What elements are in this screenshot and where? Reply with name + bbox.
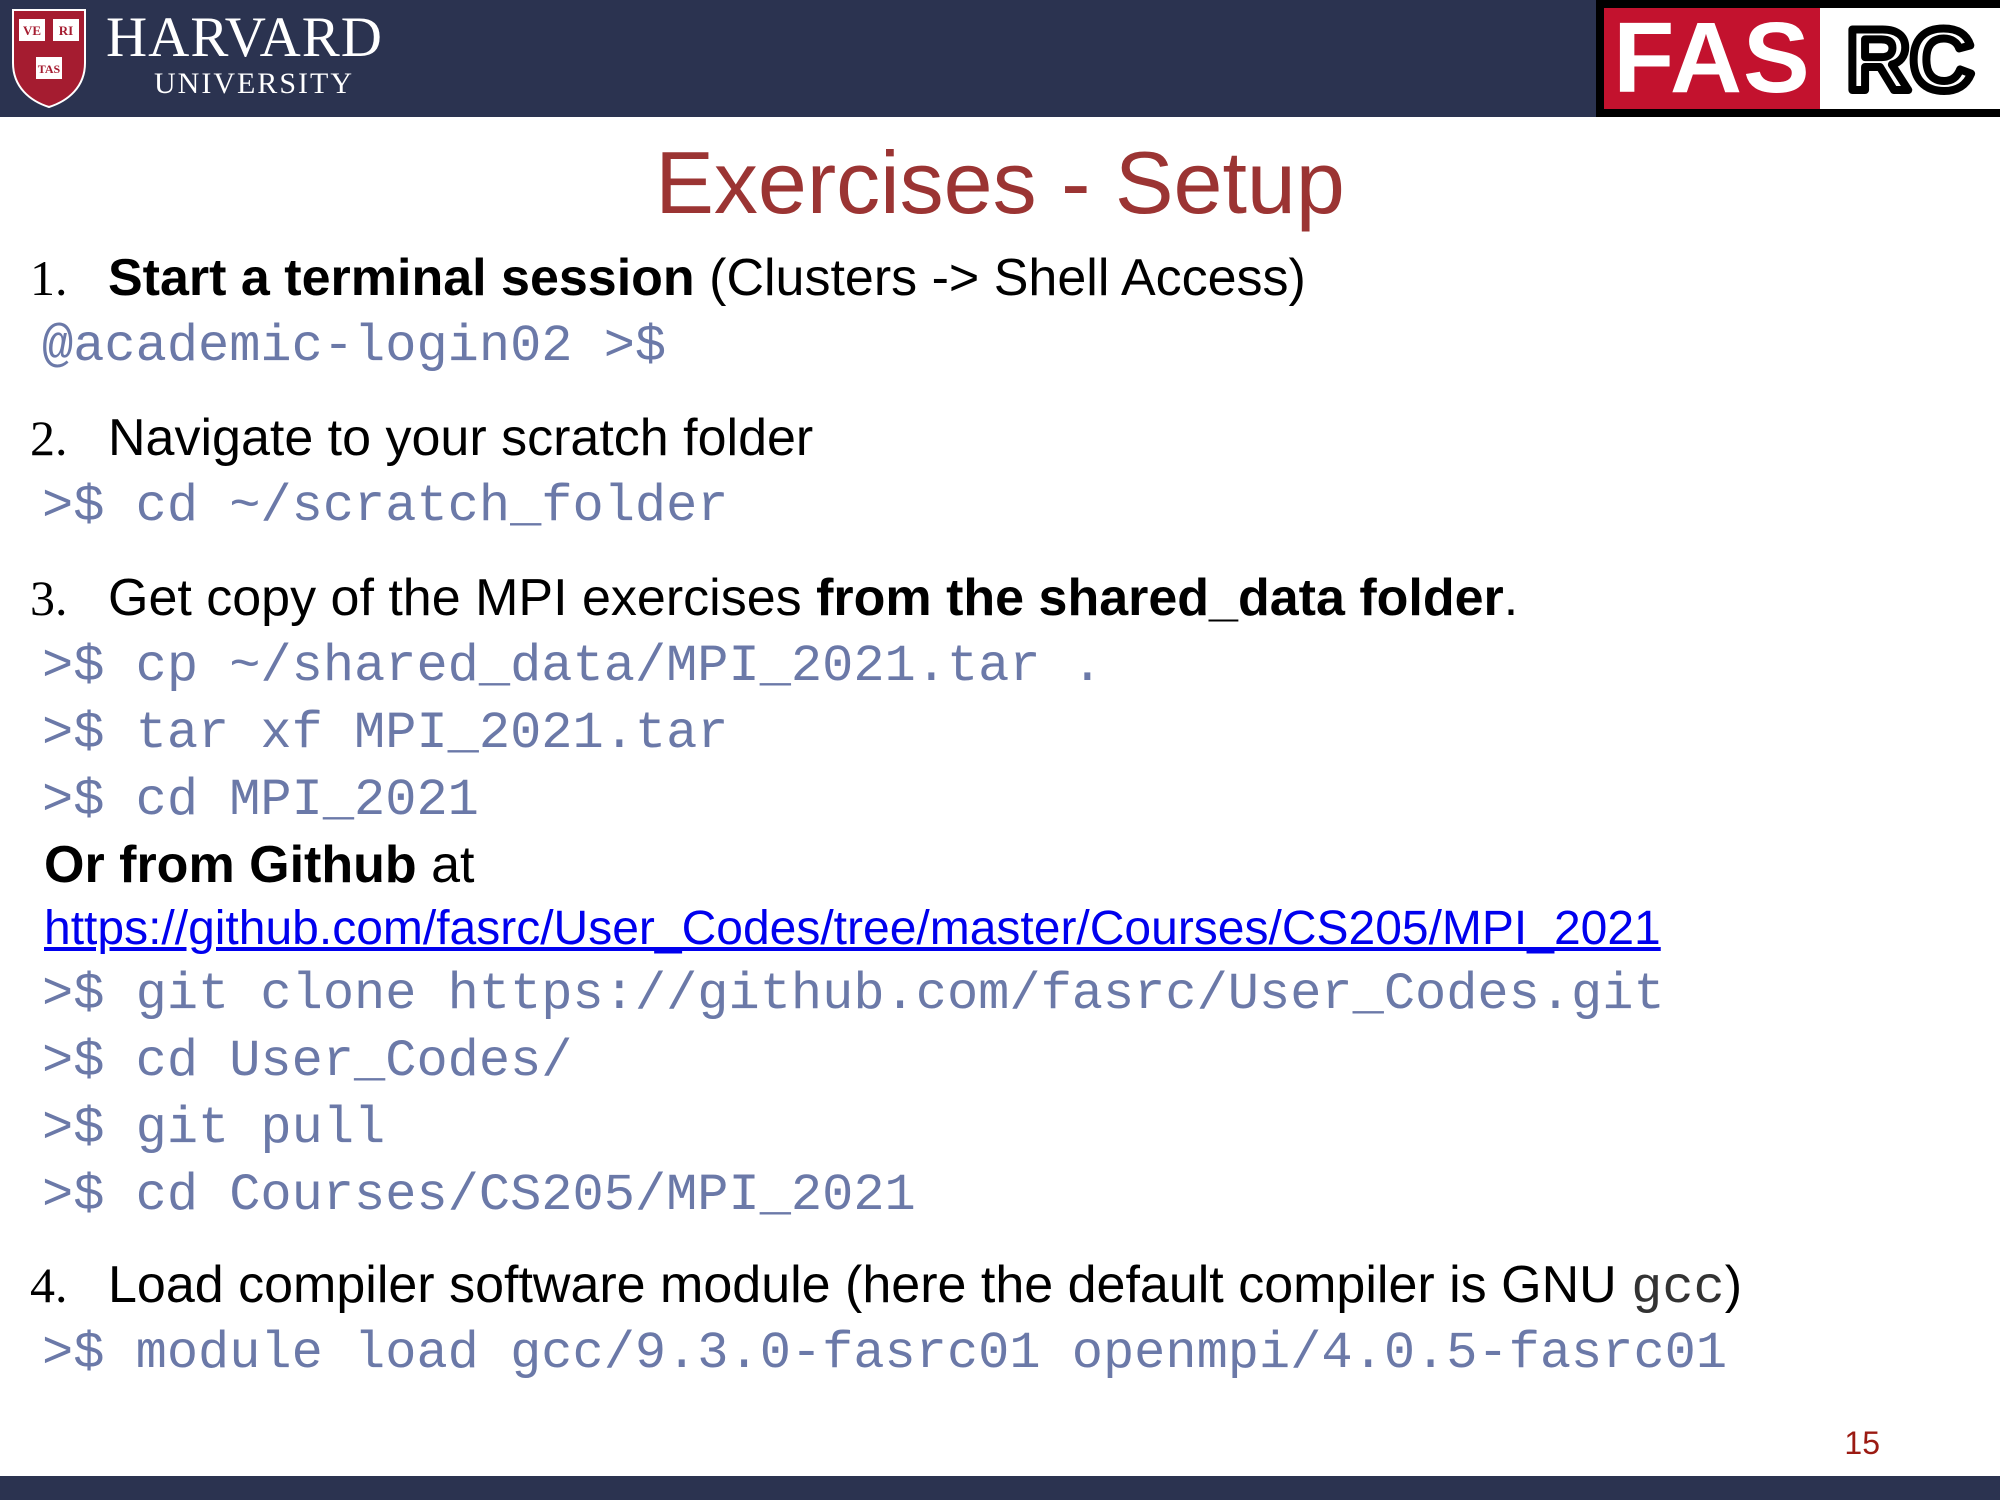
harvard-shield-icon: VE RI TAS [12,9,86,109]
step-4-number: 4. [30,1257,68,1313]
step-2-number: 2. [30,410,68,466]
step-4-command: >$ module load gcc/9.3.0-fasrc01 openmpi… [42,1324,1728,1383]
footer-bar [0,1476,2000,1500]
github-command-3: >$ git pull [42,1099,386,1158]
step-2: 2. Navigate to your scratch folder [30,405,813,471]
step-1-command: @academic-login02 >$ [42,317,667,376]
step-4-text: Load compiler software module (here the … [108,1256,1632,1314]
github-url-link[interactable]: https://github.com/fasrc/User_Codes/tree… [44,898,1661,960]
github-label-rest: at [416,836,475,894]
university-name: HARVARD [106,6,383,69]
page-number: 15 [1844,1425,1880,1461]
step-1-text: (Clusters -> Shell Access) [694,249,1306,307]
step-1: 1. Start a terminal session (Clusters -> … [30,245,1306,311]
step-1-number: 1. [30,250,68,306]
rc-logo-block: RC [1820,6,2000,113]
svg-text:TAS: TAS [38,62,61,76]
step-2-text: Navigate to your scratch folder [108,409,814,467]
step-4-close: ) [1724,1256,1743,1314]
github-label-bold: Or from Github [44,836,417,894]
rc-logo-icon: RC [1842,6,1977,113]
step-3: 3. Get copy of the MPI exercises from the… [30,565,1518,631]
svg-text:VE: VE [23,23,41,38]
fas-logo-text: FAS [1613,2,1811,114]
step-1-bold: Start a terminal session [108,249,695,307]
step-2-command: >$ cd ~/scratch_folder [42,477,729,536]
step-3-command-3: >$ cd MPI_2021 [42,771,479,830]
svg-text:RI: RI [59,23,73,38]
slide-title: Exercises - Setup [655,133,1345,232]
step-3-period: . [1503,569,1519,627]
fasrc-logo: FAS RC [1596,0,2000,117]
github-command-1: >$ git clone https://github.com/fasrc/Us… [42,965,1665,1024]
university-subtitle: UNIVERSITY [154,67,354,100]
step-4-mono: gcc [1631,1259,1725,1318]
github-label: Or from Github at [44,832,474,898]
step-3-text: Get copy of the MPI exercises [108,569,817,627]
github-command-4: >$ cd Courses/CS205/MPI_2021 [42,1166,916,1225]
step-3-command-1: >$ cp ~/shared_data/MPI_2021.tar . [42,637,1103,696]
step-3-bold: from the shared_data folder [816,569,1504,627]
step-3-command-2: >$ tar xf MPI_2021.tar [42,704,729,763]
header-bar: VE RI TAS HARVARD UNIVERSITY FAS RC [0,0,2000,117]
github-command-2: >$ cd User_Codes/ [42,1032,573,1091]
step-3-number: 3. [30,570,68,626]
step-4: 4. Load compiler software module (here th… [30,1252,1742,1322]
fas-logo-block: FAS [1604,8,1820,109]
rc-logo-text: RC [1846,10,1973,109]
